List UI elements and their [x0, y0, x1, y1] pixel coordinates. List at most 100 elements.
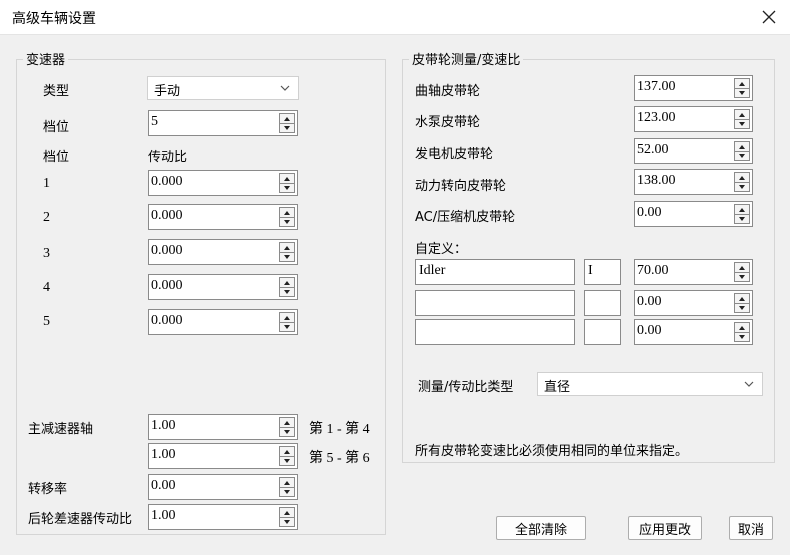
gear-4-ratio-spinner[interactable]: 0.000 — [148, 274, 298, 300]
power-steering-pulley-spinner[interactable]: 138.00 — [634, 169, 753, 195]
rear-diff-spinner[interactable]: 1.00 — [148, 504, 298, 530]
transfer-rate-value: 0.00 — [151, 478, 176, 493]
arrow-down-icon — [739, 305, 745, 310]
arrow-up-icon — [739, 265, 745, 270]
custom-1-name-field[interactable]: Idler — [415, 259, 575, 285]
custom-2-code-field[interactable] — [584, 290, 621, 316]
chevron-down-icon — [744, 381, 754, 387]
arrow-down-icon — [739, 274, 745, 279]
arrow-up-icon — [284, 449, 290, 454]
gear-column-header: 档位 — [43, 150, 70, 165]
transmission-legend: 变速器 — [23, 49, 69, 68]
ac-compressor-pulley-value: 0.00 — [637, 205, 662, 220]
clear-all-button[interactable]: 全部清除 — [496, 516, 586, 540]
spin-down-button[interactable] — [280, 123, 294, 132]
custom-3-value: 0.00 — [637, 323, 662, 338]
crankshaft-pulley-value: 137.00 — [637, 79, 676, 94]
alternator-pulley-spinner[interactable]: 52.00 — [634, 138, 753, 164]
main-reducer-1-value: 1.00 — [151, 418, 176, 433]
spin-down-button[interactable] — [280, 322, 294, 331]
arrow-down-icon — [284, 458, 290, 463]
gear-5-ratio-spinner[interactable]: 0.000 — [148, 309, 298, 335]
window-title: 高级车辆设置 — [12, 11, 96, 27]
main-reducer-2-spinner[interactable]: 1.00 — [148, 443, 298, 469]
spin-down-button[interactable] — [280, 183, 294, 192]
type-label: 类型 — [43, 84, 70, 99]
cancel-button[interactable]: 取消 — [729, 516, 773, 540]
water-pump-pulley-label: 水泵皮带轮 — [415, 115, 481, 130]
arrow-down-icon — [739, 153, 745, 158]
custom-3-value-spinner[interactable]: 0.00 — [634, 319, 753, 345]
arrow-down-icon — [284, 254, 290, 259]
custom-1-value-spinner[interactable]: 70.00 — [634, 259, 753, 285]
transmission-type-value: 手动 — [154, 84, 181, 99]
ac-compressor-pulley-spinner[interactable]: 0.00 — [634, 201, 753, 227]
arrow-down-icon — [739, 334, 745, 339]
spin-down-button[interactable] — [735, 332, 749, 341]
close-button[interactable] — [756, 4, 782, 30]
spin-down-button[interactable] — [735, 151, 749, 160]
arrow-up-icon — [284, 480, 290, 485]
spin-down-button[interactable] — [280, 217, 294, 226]
title-bar — [0, 0, 790, 35]
main-reducer-1-spinner[interactable]: 1.00 — [148, 414, 298, 440]
spin-down-button[interactable] — [280, 517, 294, 526]
spin-down-button[interactable] — [280, 427, 294, 436]
arrow-down-icon — [284, 324, 290, 329]
main-reducer-2-value: 1.00 — [151, 447, 176, 462]
crankshaft-pulley-label: 曲轴皮带轮 — [415, 84, 481, 99]
measure-type-select[interactable]: 直径 — [537, 372, 763, 396]
custom-2-name-field[interactable] — [415, 290, 575, 316]
gears-count-value: 5 — [151, 114, 158, 129]
main-reducer-label: 主减速器轴 — [28, 422, 94, 437]
custom-3-name-field[interactable] — [415, 319, 575, 345]
gear-1-ratio-value: 0.000 — [151, 174, 183, 189]
spin-down-button[interactable] — [735, 214, 749, 223]
crankshaft-pulley-spinner[interactable]: 137.00 — [634, 75, 753, 101]
power-steering-pulley-label: 动力转向皮带轮 — [415, 179, 507, 194]
main-reducer-2-range: 第 5 - 第 6 — [309, 451, 370, 466]
transfer-rate-label: 转移率 — [28, 482, 68, 497]
arrow-down-icon — [284, 289, 290, 294]
spin-down-button[interactable] — [735, 303, 749, 312]
custom-3-code-field[interactable] — [584, 319, 621, 345]
spin-down-button[interactable] — [280, 487, 294, 496]
power-steering-pulley-value: 138.00 — [637, 173, 676, 188]
arrow-up-icon — [739, 207, 745, 212]
gear-2-ratio-spinner[interactable]: 0.000 — [148, 204, 298, 230]
spin-down-button[interactable] — [735, 88, 749, 97]
gear-3-ratio-spinner[interactable]: 0.000 — [148, 239, 298, 265]
alternator-pulley-label: 发电机皮带轮 — [415, 147, 494, 162]
gear-2-ratio-value: 0.000 — [151, 208, 183, 223]
arrow-up-icon — [284, 315, 290, 320]
arrow-up-icon — [739, 296, 745, 301]
spin-down-button[interactable] — [735, 119, 749, 128]
spin-down-button[interactable] — [280, 287, 294, 296]
arrow-up-icon — [739, 81, 745, 86]
transfer-rate-spinner[interactable]: 0.00 — [148, 474, 298, 500]
alternator-pulley-value: 52.00 — [637, 142, 669, 157]
spin-down-button[interactable] — [735, 182, 749, 191]
gears-count-label: 档位 — [43, 120, 70, 135]
spin-down-button[interactable] — [280, 252, 294, 261]
chevron-down-icon — [280, 85, 290, 91]
water-pump-pulley-value: 123.00 — [637, 110, 676, 125]
custom-2-value: 0.00 — [637, 294, 662, 309]
arrow-down-icon — [739, 216, 745, 221]
custom-1-code-field[interactable]: I — [584, 259, 621, 285]
spin-down-button[interactable] — [735, 272, 749, 281]
custom-2-value-spinner[interactable]: 0.00 — [634, 290, 753, 316]
gear-1-label: 1 — [43, 176, 50, 191]
water-pump-pulley-spinner[interactable]: 123.00 — [634, 106, 753, 132]
apply-changes-button[interactable]: 应用更改 — [628, 516, 702, 540]
gear-2-label: 2 — [43, 210, 50, 225]
custom-1-value: 70.00 — [637, 263, 669, 278]
arrow-up-icon — [284, 420, 290, 425]
rear-diff-label: 后轮差速器传动比 — [28, 512, 133, 527]
gears-count-spinner[interactable]: 5 — [148, 110, 298, 136]
transmission-type-select[interactable]: 手动 — [147, 76, 299, 100]
arrow-down-icon — [284, 185, 290, 190]
spin-down-button[interactable] — [280, 456, 294, 465]
ratio-column-header: 传动比 — [148, 150, 188, 165]
gear-1-ratio-spinner[interactable]: 0.000 — [148, 170, 298, 196]
